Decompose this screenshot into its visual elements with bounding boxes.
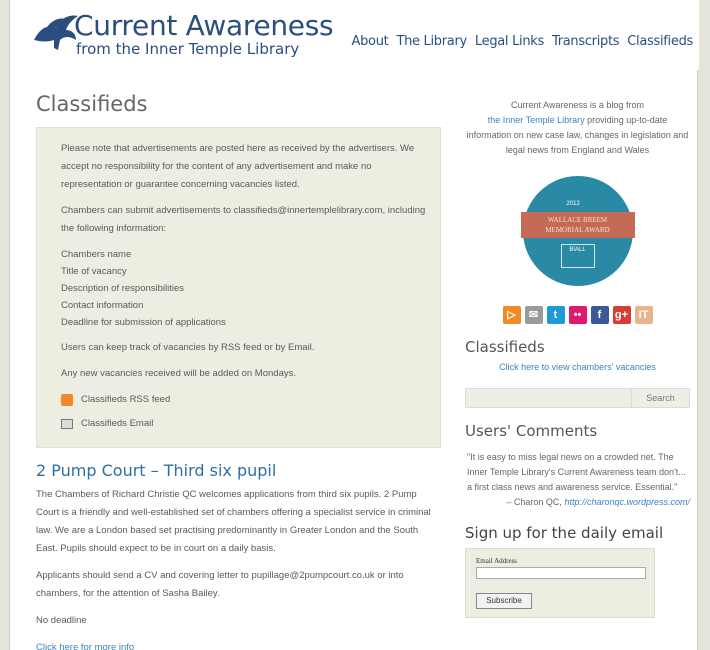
- badge-band: WALLACE BREEM MEMORIAL AWARD: [520, 212, 635, 238]
- facebook-icon[interactable]: f: [590, 306, 609, 324]
- rss-label[interactable]: Classifieds RSS feed: [81, 391, 170, 409]
- signup-form: Email Address Subscribe: [465, 548, 655, 618]
- search-input[interactable]: [466, 389, 631, 407]
- email-address-label: Email Address: [476, 557, 518, 565]
- classifieds-rss-link[interactable]: Classifieds RSS feed: [61, 391, 426, 409]
- nav-transcripts[interactable]: Transcripts: [552, 34, 620, 49]
- award-badge: 2012 WALLACE BREEM MEMORIAL AWARD BIALL: [520, 176, 635, 286]
- badge-org: BIALL: [560, 244, 595, 268]
- nav-about[interactable]: About: [352, 34, 389, 49]
- email-icon[interactable]: ✉: [524, 306, 543, 324]
- list-item: Title of vacancy: [61, 266, 127, 277]
- classifieds-notice: Please note that advertisements are post…: [36, 127, 441, 448]
- site-header: Current Awareness from the Inner Temple …: [10, 0, 699, 70]
- post-body: The Chambers of Richard Christie QC welc…: [36, 489, 431, 554]
- main-nav: About The Library Legal Links Transcript…: [352, 34, 694, 49]
- post-apply: Applicants should send a CV and covering…: [36, 570, 404, 599]
- list-item: Deadline for submission of applications: [61, 317, 226, 328]
- notice-disclaimer: Please note that advertisements are post…: [61, 143, 415, 190]
- more-info-link[interactable]: Click here for more info: [36, 639, 436, 650]
- twitter-icon[interactable]: t: [546, 306, 565, 324]
- notice-tracking: Users can keep track of vacancies by RSS…: [61, 342, 315, 353]
- email-address-input[interactable]: [476, 567, 646, 579]
- badge-line-2: MEMORIAL AWARD: [545, 226, 610, 234]
- notice-submit-info: Chambers can submit advertisements to cl…: [61, 205, 426, 234]
- flickr-icon[interactable]: ••: [568, 306, 587, 324]
- main-content: Classifieds Please note that advertiseme…: [36, 92, 446, 650]
- badge-line-1: WALLACE BREEM: [547, 216, 608, 224]
- email-icon: [61, 419, 73, 429]
- badge-year: 2012: [566, 201, 580, 207]
- googleplus-icon[interactable]: g+: [612, 306, 631, 324]
- required-info-list: Chambers name Title of vacancy Descripti…: [61, 246, 426, 331]
- inner-temple-library-link[interactable]: the Inner Temple Library: [488, 115, 585, 125]
- email-label[interactable]: Classifieds Email: [81, 415, 153, 433]
- classifieds-heading: Classifieds: [465, 338, 545, 356]
- page-frame: Current Awareness from the Inner Temple …: [9, 0, 699, 650]
- subscribe-button[interactable]: Subscribe: [476, 593, 532, 609]
- comment-cite: – Charon QC, http://charonqc.wordpress.c…: [467, 495, 690, 510]
- post-title[interactable]: 2 Pump Court – Third six pupil: [36, 461, 446, 480]
- nav-classifieds[interactable]: Classifieds: [627, 34, 693, 49]
- page-title: Classifieds: [36, 92, 148, 116]
- sidebar: Current Awareness is a blog from the Inn…: [465, 98, 690, 618]
- nav-legal-links[interactable]: Legal Links: [475, 34, 544, 49]
- rss-icon: [61, 394, 73, 406]
- list-item: Contact information: [61, 300, 144, 311]
- site-subtitle[interactable]: from the Inner Temple Library: [76, 40, 299, 58]
- social-icons: ▷ ✉ t •• f g+ IT: [465, 306, 690, 324]
- search-button[interactable]: Search: [631, 389, 689, 407]
- classifieds-email-link[interactable]: Classifieds Email: [61, 415, 426, 433]
- it-icon[interactable]: IT: [634, 306, 653, 324]
- notice-mondays: Any new vacancies received will be added…: [61, 368, 296, 379]
- view-vacancies-link[interactable]: Click here to view chambers' vacancies: [465, 362, 690, 372]
- comment-author: – Charon QC,: [506, 497, 562, 507]
- user-comment: "It is easy to miss legal news on a crow…: [465, 450, 690, 510]
- site-title[interactable]: Current Awareness: [74, 9, 334, 42]
- signup-heading: Sign up for the daily email: [465, 524, 664, 542]
- search-form: Search: [465, 388, 690, 408]
- comment-author-link[interactable]: http://charonqc.wordpress.com/: [564, 497, 690, 507]
- comments-heading: Users' Comments: [465, 422, 598, 440]
- classified-post: 2 Pump Court – Third six pupil The Chamb…: [36, 461, 446, 650]
- site-blurb: Current Awareness is a blog from the Inn…: [465, 98, 690, 158]
- blurb-text-1: Current Awareness is a blog from: [511, 100, 644, 110]
- comment-text: "It is easy to miss legal news on a crow…: [467, 452, 686, 492]
- nav-the-library[interactable]: The Library: [396, 34, 467, 49]
- list-item: Description of responsibilities: [61, 283, 185, 294]
- post-deadline: No deadline: [36, 615, 87, 626]
- list-item: Chambers name: [61, 249, 132, 260]
- rss-icon[interactable]: ▷: [502, 306, 521, 324]
